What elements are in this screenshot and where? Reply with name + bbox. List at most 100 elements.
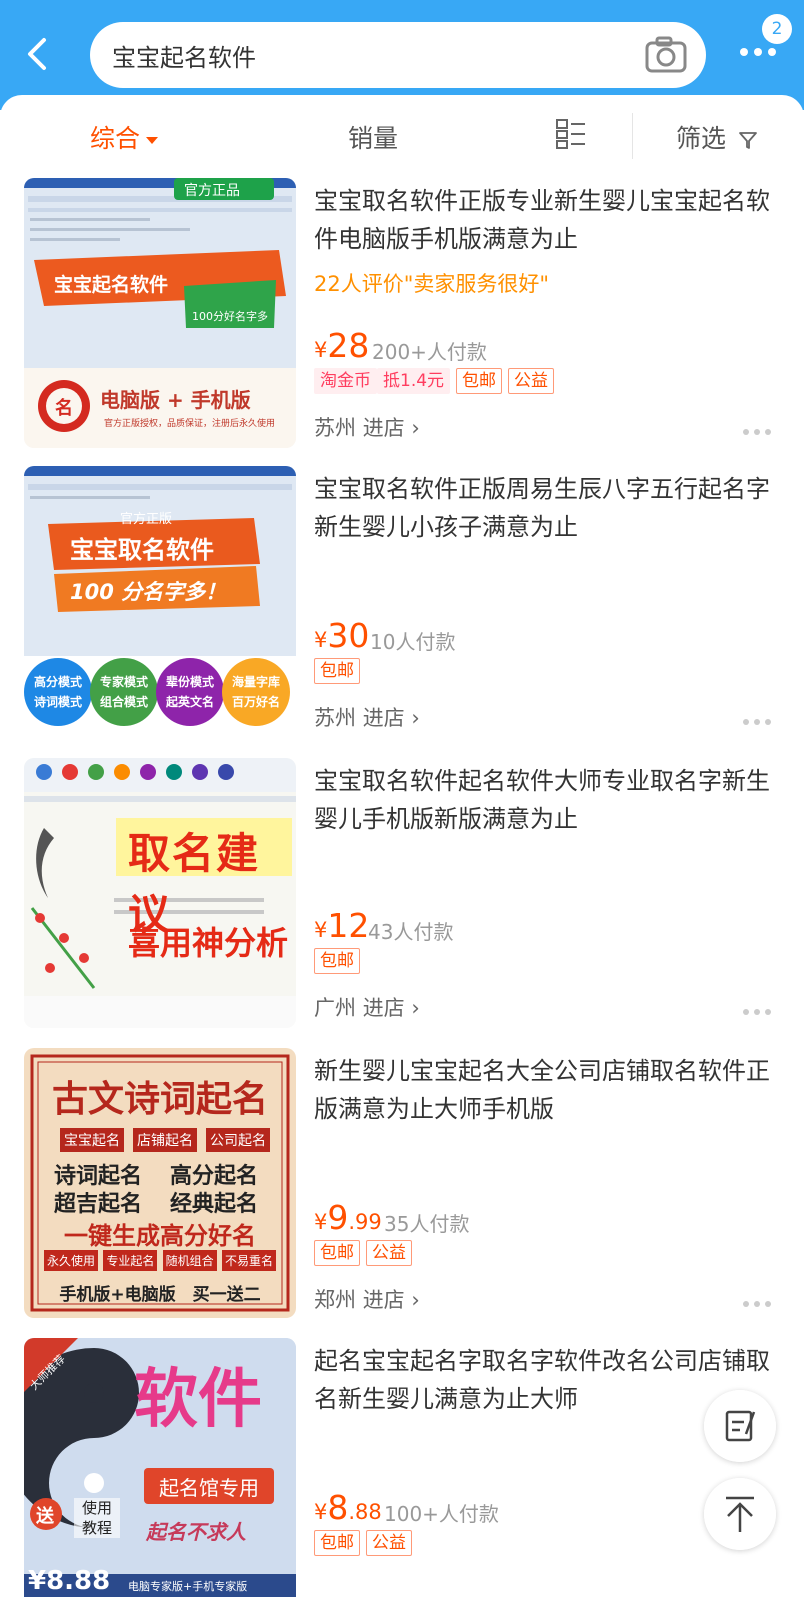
tag-free-shipping: 包邮 <box>314 1530 360 1556</box>
product-price: ¥28 <box>314 326 370 365</box>
tag-taojinbi: 淘金币 <box>314 368 377 394</box>
chevron-right-icon: › <box>411 706 420 730</box>
image-badge-text: 官方正品 <box>184 183 240 199</box>
tag-free-shipping: 包邮 <box>314 658 360 684</box>
product-price: ¥12 <box>314 906 370 945</box>
product-price: ¥8.88 <box>314 1488 382 1527</box>
image-mode-badge: 辈份模式 起英文名 <box>165 675 214 709</box>
image-box-label: 公司起名 <box>206 1128 270 1152</box>
tag-free-shipping: 包邮 <box>314 1240 360 1266</box>
sort-comprehensive-tab[interactable]: 综合 <box>90 119 159 155</box>
shop-location[interactable]: 广州 进店 › <box>314 992 420 1022</box>
product-sales: 100+人付款 <box>384 1502 499 1526</box>
product-price: ¥30 <box>314 616 370 655</box>
image-headline: 软件 <box>134 1363 262 1437</box>
more-icon[interactable] <box>740 36 796 76</box>
product-tags: 包邮 公益 <box>314 1530 418 1558</box>
image-badge-text: 官方正版 <box>120 512 173 527</box>
image-mode-badge: 海量字库 百万好名 <box>231 675 280 709</box>
product-card[interactable]: 古文诗词起名 宝宝起名 店铺起名 公司起名 诗词起名 高分起名 超吉起名 经典起… <box>0 1048 804 1340</box>
sort-bar: 综合 销量 筛选 <box>0 95 804 175</box>
product-tags: 包邮 <box>314 948 366 976</box>
tag-free-shipping: 包邮 <box>314 948 360 974</box>
image-version-text: 电脑版 + 手机版 <box>100 388 251 412</box>
shop-location[interactable]: 郑州 进店 › <box>314 1284 420 1314</box>
image-small-label: 不易重名 <box>221 1250 276 1271</box>
product-card[interactable]: 官方正品 宝宝起名软件 100分好名字多 名 电脑版 + 手机版 官方正版授权，… <box>0 178 804 470</box>
product-image[interactable]: 古文诗词起名 宝宝起名 店铺起名 公司起名 诗词起名 高分起名 超吉起名 经典起… <box>24 1048 296 1318</box>
image-small-label: 永久使用 <box>44 1250 99 1271</box>
more-options-icon[interactable] <box>742 422 772 435</box>
message-badge: 2 <box>762 14 792 44</box>
filter-button[interactable]: 筛选 <box>676 119 758 155</box>
product-title[interactable]: 宝宝取名软件起名软件大师专业取名字新生婴儿手机版新版满意为止 <box>314 762 784 838</box>
image-subline: 100分好名字多 <box>192 310 268 323</box>
product-tags: 包邮 <box>314 658 366 686</box>
image-mode-badge: 高分模式 诗词模式 <box>33 675 82 709</box>
store-link: 进店 <box>362 706 405 730</box>
search-input[interactable]: 宝宝起名软件 <box>90 22 706 88</box>
product-rating: 22人评价"卖家服务很好" <box>314 272 550 296</box>
chevron-right-icon: › <box>411 1288 420 1312</box>
product-sales: 43人付款 <box>368 920 454 944</box>
product-image[interactable]: 大师推荐 软件 起名馆专用 送 使用 教程 起名不求人 ¥8.88 电脑专家版+… <box>24 1338 296 1597</box>
image-small-label: 随机组合 <box>162 1250 217 1271</box>
divider <box>632 113 633 159</box>
image-headline: 宝宝取名软件 <box>70 536 214 564</box>
image-line: 经典起名 <box>170 1192 259 1217</box>
search-query: 宝宝起名软件 <box>112 44 256 72</box>
layout-toggle-icon[interactable] <box>556 119 586 149</box>
image-version-text: 电脑专家版+手机专家版 <box>128 1580 248 1593</box>
chevron-right-icon: › <box>411 996 420 1020</box>
image-bottom-text: 手机版+电脑版 买一送二 <box>59 1285 261 1305</box>
product-image[interactable]: 取名建议 喜用神分析 <box>24 758 296 1028</box>
tag-free-shipping: 包邮 <box>456 368 503 394</box>
product-card[interactable]: 官方正版 宝宝取名软件 100 分名字多！ 高分模式 诗词模式 专家模式 组合模… <box>0 466 804 758</box>
shop-location[interactable]: 苏州 进店 › <box>314 702 420 732</box>
sort-sales-tab[interactable]: 销量 <box>348 119 398 155</box>
image-slogan: 起名不求人 <box>146 1520 246 1544</box>
product-title[interactable]: 宝宝取名软件正版专业新生婴儿宝宝起名软件电脑版手机版满意为止 <box>314 182 784 258</box>
product-image[interactable]: 官方正品 宝宝起名软件 100分好名字多 名 电脑版 + 手机版 官方正版授权，… <box>24 178 296 448</box>
product-image[interactable]: 官方正版 宝宝取名软件 100 分名字多！ 高分模式 诗词模式 专家模式 组合模… <box>24 466 296 736</box>
camera-icon[interactable] <box>644 35 688 75</box>
tag-charity: 公益 <box>508 368 555 394</box>
product-title[interactable]: 新生婴儿宝宝起名大全公司店铺取名软件正版满意为止大师手机版 <box>314 1052 784 1128</box>
product-sales: 10人付款 <box>370 630 456 654</box>
image-subline: 100 分名字多！ <box>70 580 227 604</box>
image-subline: 喜用神分析 <box>128 924 289 962</box>
shop-location[interactable]: 苏州 进店 › <box>314 412 420 442</box>
tag-charity: 公益 <box>366 1240 412 1266</box>
edit-icon <box>725 1410 756 1442</box>
image-price: ¥8.88 <box>28 1566 111 1596</box>
store-link: 进店 <box>362 1288 405 1312</box>
product-title[interactable]: 宝宝取名软件正版周易生辰八字五行起名字新生婴儿小孩子满意为止 <box>314 470 784 546</box>
product-card[interactable]: 大师推荐 软件 起名馆专用 送 使用 教程 起名不求人 ¥8.88 电脑专家版+… <box>0 1338 804 1597</box>
image-slogan: 一键生成高分好名 <box>64 1222 256 1250</box>
caret-down-icon <box>146 136 159 144</box>
arrow-up-icon <box>726 1496 754 1532</box>
more-options-icon[interactable] <box>742 712 772 725</box>
image-label: 起名馆专用 <box>159 1476 259 1500</box>
image-box-label: 宝宝起名 <box>60 1128 124 1152</box>
image-gift-label: 送 <box>36 1506 54 1527</box>
product-card[interactable]: 取名建议 喜用神分析 宝宝取名软件起名软件大师专业取名字新生婴儿手机版新版满意为… <box>0 758 804 1050</box>
product-sales: 200+人付款 <box>372 340 487 364</box>
more-options-icon[interactable] <box>742 1002 772 1015</box>
back-icon[interactable] <box>22 32 62 76</box>
tag-charity: 公益 <box>366 1530 412 1556</box>
image-small-label: 专业起名 <box>103 1250 158 1271</box>
back-to-top-button[interactable] <box>704 1478 776 1550</box>
image-line: 超吉起名 <box>54 1192 143 1217</box>
more-options-icon[interactable] <box>742 1294 772 1307</box>
image-seal-text: 名 <box>55 398 73 419</box>
image-mode-badge: 专家模式 组合模式 <box>99 675 148 709</box>
filter-icon <box>739 132 757 149</box>
image-tutorial-label: 使用 教程 <box>74 1498 120 1538</box>
store-link: 进店 <box>362 416 405 440</box>
tag-discount: 抵1.4元 <box>377 368 451 394</box>
filter-label: 筛选 <box>676 124 727 153</box>
chevron-right-icon: › <box>411 416 420 440</box>
feedback-button[interactable] <box>704 1390 776 1462</box>
product-price: ¥9.99 <box>314 1198 382 1237</box>
